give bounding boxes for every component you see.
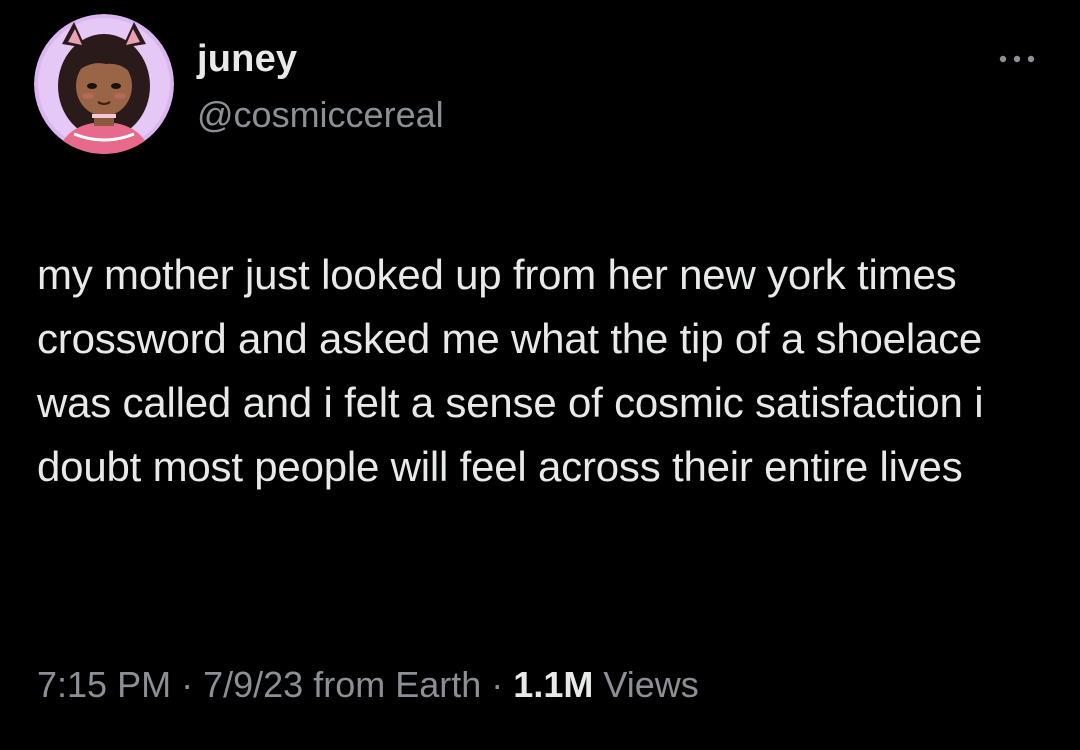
meta-separator: · xyxy=(491,664,504,705)
avatar-image xyxy=(34,14,174,154)
tweet: juney @cosmiccereal my mother just looke… xyxy=(0,0,1080,750)
author-handle[interactable]: @cosmiccereal xyxy=(197,94,444,136)
views-count: 1.1M xyxy=(513,664,594,705)
tweet-source: from Earth xyxy=(313,664,482,705)
views-label: Views xyxy=(603,664,699,705)
tweet-metadata: 7:15 PM · 7/9/23 from Earth · 1.1M Views xyxy=(37,664,699,706)
author-display-name[interactable]: juney xyxy=(197,38,297,81)
tweet-date[interactable]: 7/9/23 xyxy=(203,664,303,705)
tweet-text: my mother just looked up from her new yo… xyxy=(37,251,984,490)
tweet-time[interactable]: 7:15 PM xyxy=(37,664,171,705)
more-options-button[interactable] xyxy=(990,44,1044,74)
more-dots-icon xyxy=(999,55,1035,63)
meta-separator: · xyxy=(181,664,194,705)
avatar[interactable] xyxy=(34,14,174,154)
